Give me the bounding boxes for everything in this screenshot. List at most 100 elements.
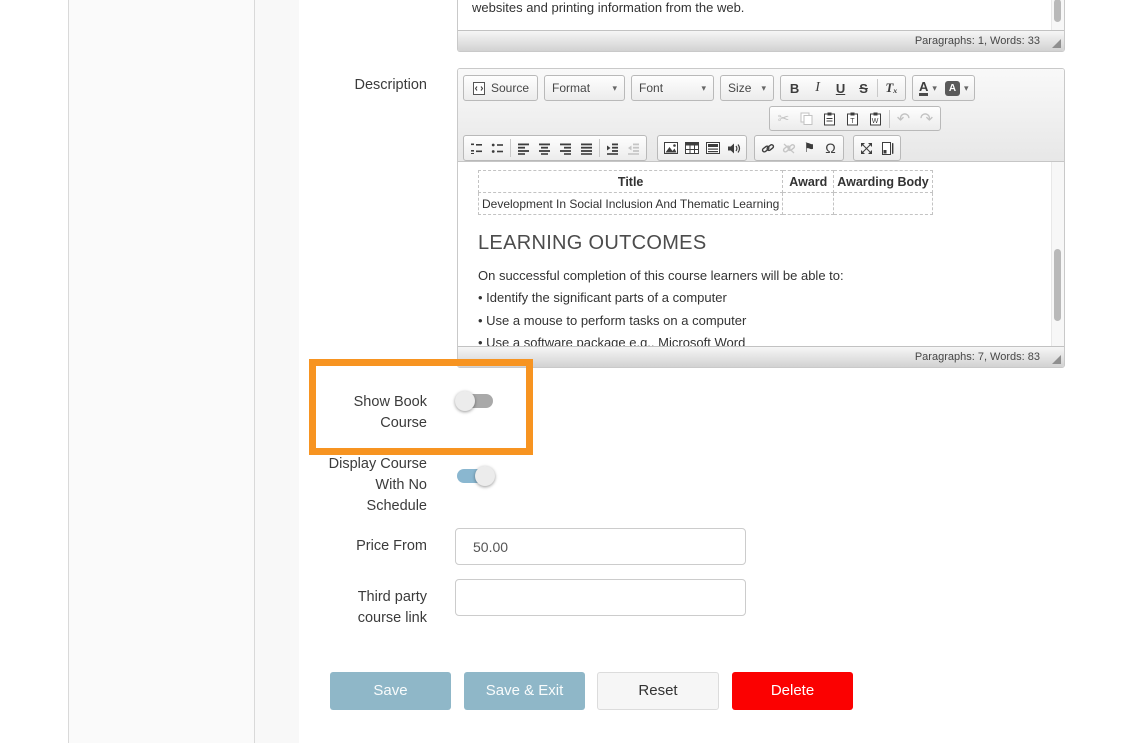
font-dropdown[interactable]: Font ▾ [631, 75, 714, 101]
link-button[interactable] [757, 137, 778, 159]
link-group: ⚑ Ω [754, 135, 844, 161]
left-sidebar-panel [68, 0, 255, 743]
speaker-icon [727, 142, 741, 155]
chevron-down-icon: ▾ [762, 83, 767, 94]
background-color-button[interactable]: A ▾ [941, 77, 973, 99]
course-edit-page: websites and printing information from t… [0, 0, 1148, 743]
resize-grip-icon[interactable] [1052, 39, 1061, 48]
insert-audio-button[interactable] [723, 137, 744, 159]
justify-icon [580, 142, 593, 155]
indent-increase-button[interactable] [602, 137, 623, 159]
paste-plain-text-icon: T [846, 112, 859, 126]
description-editor: Source Format ▾ Font ▾ Size ▾ B I U [457, 68, 1065, 368]
underline-button[interactable]: U [829, 77, 852, 99]
format-dropdown-label: Format [552, 81, 590, 95]
insert-table-button[interactable] [681, 137, 702, 159]
align-left-icon [517, 142, 530, 155]
justify-button[interactable] [576, 137, 597, 159]
paste-plain-text-button[interactable]: T [841, 108, 864, 130]
paste-button[interactable] [818, 108, 841, 130]
anchor-flag-icon: ⚑ [804, 140, 816, 156]
overview-scrollbar-thumb[interactable] [1054, 0, 1061, 22]
description-label: Description [327, 75, 427, 96]
toggle-knob[interactable] [455, 391, 475, 411]
undo-button[interactable]: ↶ [892, 108, 915, 130]
save-and-exit-button[interactable]: Save & Exit [464, 672, 585, 710]
awards-table[interactable]: Title Award Awarding Body Development In… [478, 170, 933, 215]
insert-image-button[interactable] [660, 137, 681, 159]
table-icon [685, 142, 699, 154]
column-header-award: Award [783, 171, 834, 193]
align-center-button[interactable] [534, 137, 555, 159]
background-color-icon: A [945, 81, 960, 96]
overview-editor-scrollbar[interactable] [1051, 0, 1064, 30]
strikethrough-icon: S [859, 81, 868, 96]
show-book-course-toggle[interactable] [457, 394, 493, 408]
toolbar-separator [510, 139, 511, 157]
align-center-icon [538, 142, 551, 155]
italic-icon: I [815, 80, 820, 96]
paste-icon [823, 112, 836, 126]
align-right-button[interactable] [555, 137, 576, 159]
third-party-link-input[interactable] [455, 579, 746, 616]
resize-grip-icon[interactable] [1052, 355, 1061, 364]
numbered-list-icon [470, 142, 483, 155]
copy-button[interactable] [795, 108, 818, 130]
third-party-link-label: Third party course link [327, 587, 427, 629]
editor-content-area[interactable]: Title Award Awarding Body Development In… [458, 162, 1064, 346]
source-button[interactable]: Source [463, 75, 538, 101]
clipboard-group: ✂ T W ↶ ↷ [769, 106, 941, 131]
chevron-down-icon: ▾ [932, 83, 937, 94]
bulleted-list-icon [491, 142, 504, 155]
toolbar-separator [889, 110, 890, 128]
remove-format-icon: Tₓ [885, 80, 897, 96]
numbered-list-button[interactable] [466, 137, 487, 159]
chevron-down-icon: ▾ [613, 83, 618, 94]
special-character-button[interactable]: Ω [820, 137, 841, 159]
editor-scrollbar-thumb[interactable] [1054, 249, 1061, 321]
bulleted-list-button[interactable] [487, 137, 508, 159]
maximize-button[interactable] [856, 137, 877, 159]
column-header-awarding-body: Awarding Body [834, 171, 932, 193]
delete-button[interactable]: Delete [732, 672, 853, 710]
bold-button[interactable]: B [783, 77, 806, 99]
redo-button[interactable]: ↷ [915, 108, 938, 130]
align-left-button[interactable] [513, 137, 534, 159]
image-icon [664, 142, 678, 154]
cut-button[interactable]: ✂ [772, 108, 795, 130]
overview-word-count: Paragraphs: 1, Words: 33 [915, 35, 1040, 47]
paste-from-word-icon: W [869, 112, 882, 126]
italic-button[interactable]: I [806, 77, 829, 99]
paste-from-word-button[interactable]: W [864, 108, 887, 130]
reset-button[interactable]: Reset [597, 672, 719, 710]
size-dropdown[interactable]: Size ▾ [720, 75, 774, 101]
source-icon [472, 82, 486, 95]
save-button[interactable]: Save [330, 672, 451, 710]
text-color-button[interactable]: A ▾ [915, 77, 941, 99]
cut-icon: ✂ [778, 110, 790, 127]
svg-text:W: W [872, 118, 879, 125]
unlink-button[interactable] [778, 137, 799, 159]
format-dropdown[interactable]: Format ▾ [544, 75, 625, 101]
overview-editor-statusbar: Paragraphs: 1, Words: 33 [458, 30, 1064, 51]
overview-editor-content[interactable]: websites and printing information from t… [458, 0, 1064, 30]
overview-editor: websites and printing information from t… [457, 0, 1065, 52]
undo-icon: ↶ [897, 109, 910, 129]
toggle-knob[interactable] [475, 466, 495, 486]
indent-decrease-button[interactable] [623, 137, 644, 159]
display-course-toggle[interactable] [457, 469, 493, 483]
anchor-button[interactable]: ⚑ [799, 137, 820, 159]
link-icon [761, 142, 775, 155]
strikethrough-button[interactable]: S [852, 77, 875, 99]
show-blocks-button[interactable] [877, 137, 898, 159]
font-dropdown-label: Font [639, 81, 663, 95]
price-from-input[interactable] [455, 528, 746, 565]
learning-outcomes-heading: LEARNING OUTCOMES [478, 231, 1038, 255]
remove-format-button[interactable]: Tₓ [880, 77, 903, 99]
editor-scrollbar[interactable] [1051, 162, 1064, 346]
insert-panel-button[interactable] [702, 137, 723, 159]
display-course-label: Display Course With No Schedule [327, 454, 427, 517]
tools-group [853, 135, 901, 161]
editor-statusbar: Paragraphs: 7, Words: 83 [458, 346, 1064, 367]
size-dropdown-label: Size [728, 81, 751, 95]
